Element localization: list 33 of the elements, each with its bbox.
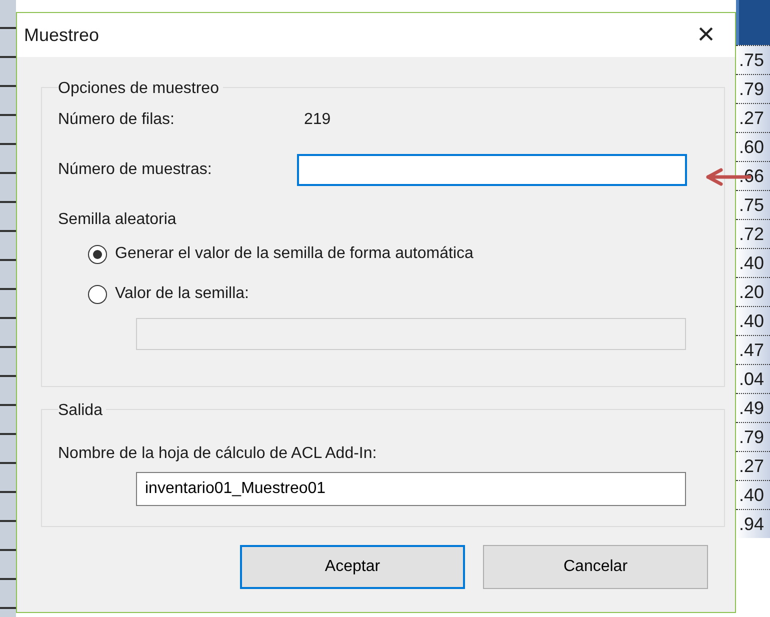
- sheet-name-input[interactable]: inventario01_Muestreo01: [136, 472, 686, 506]
- seed-section-label: Semilla aleatoria: [58, 210, 178, 230]
- table-cell: .27: [736, 451, 770, 480]
- column-header: [736, 0, 770, 45]
- table-cell: .49: [736, 393, 770, 422]
- table-cell: .20: [736, 277, 770, 306]
- table-cell: .40: [736, 480, 770, 509]
- table-cell: .72: [736, 219, 770, 248]
- samples-input[interactable]: [297, 154, 687, 186]
- table-cell: .04: [736, 364, 770, 393]
- table-cell: .40: [736, 306, 770, 335]
- radio-label: Valor de la semilla:: [115, 284, 249, 304]
- table-cell: .79: [736, 422, 770, 451]
- window-title: Muestreo: [24, 24, 100, 46]
- table-cell: .94: [736, 509, 770, 538]
- table-cell: .79: [736, 74, 770, 103]
- output-label: Nombre de la hoja de cálculo de ACL Add-In:: [58, 444, 378, 464]
- table-cell: .75: [736, 190, 770, 219]
- dialog-button[interactable]: Aceptar: [240, 545, 465, 589]
- table-cell: .60: [736, 132, 770, 161]
- table-cell: .75: [736, 45, 770, 74]
- rows-label: Número de filas:: [58, 110, 176, 130]
- table-cell: .47: [736, 335, 770, 364]
- table-cell: .27: [736, 103, 770, 132]
- rows-value: 219: [304, 110, 331, 130]
- radio-button[interactable]: [88, 244, 107, 264]
- samples-label: Número de muestras:: [58, 160, 213, 180]
- group-label: Opciones de muestreo: [58, 79, 223, 99]
- dialog-button[interactable]: Cancelar: [483, 545, 708, 589]
- table-cell: .40: [736, 248, 770, 277]
- radio-label: Generar el valor de la semilla de forma automática: [115, 244, 474, 264]
- close-button[interactable]: ×: [677, 13, 735, 57]
- radio-button[interactable]: [88, 284, 107, 304]
